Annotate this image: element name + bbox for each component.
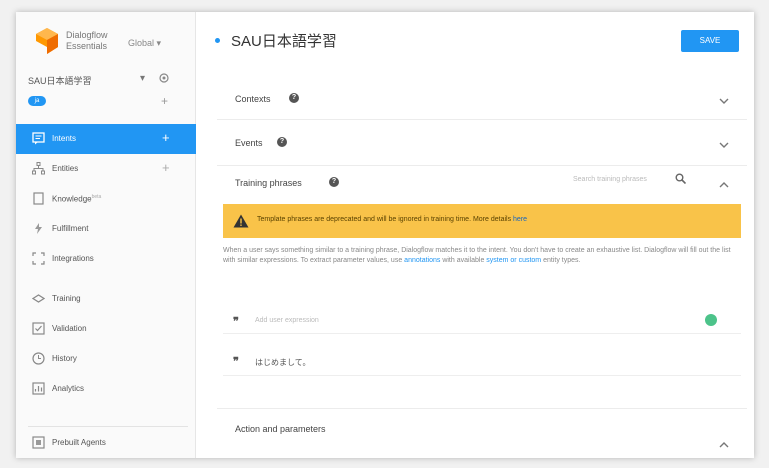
sidebar-menu: Intents + Entities + Knowledgebeta Fulfi… <box>16 124 196 404</box>
sidebar-item-history[interactable]: History <box>16 344 196 374</box>
sidebar-item-label: Prebuilt Agents <box>52 438 106 447</box>
chevron-up-icon[interactable] <box>719 440 729 450</box>
clock-icon <box>32 352 45 365</box>
sidebar-item-label: Entities <box>52 164 79 173</box>
region-selector[interactable]: Global ▾ <box>128 38 161 49</box>
add-entity-button[interactable]: + <box>162 160 170 175</box>
chat-bubble-icon <box>32 132 45 145</box>
training-search-input[interactable]: Search training phrases <box>573 176 647 183</box>
language-row: ja + <box>28 94 186 110</box>
gear-icon[interactable] <box>158 72 170 84</box>
add-language-button[interactable]: + <box>161 94 168 108</box>
sidebar-item-fulfillment[interactable]: Fulfillment <box>16 214 196 244</box>
analytics-icon <box>32 382 45 395</box>
status-dot <box>705 314 717 326</box>
sidebar-item-prebuilt-agents[interactable]: Prebuilt Agents <box>16 428 196 458</box>
section-divider <box>217 408 747 409</box>
phrase-placeholder: Add user expression <box>255 317 319 324</box>
sidebar-divider <box>28 426 188 427</box>
quote-icon[interactable]: ❞ <box>233 315 239 328</box>
sidebar-item-label: Fulfillment <box>52 224 89 233</box>
help-icon[interactable]: ? <box>289 93 299 103</box>
save-button[interactable]: SAVE <box>681 30 739 52</box>
chevron-up-icon[interactable] <box>719 180 729 190</box>
annotations-link[interactable]: annotations <box>404 257 440 264</box>
help-icon[interactable]: ? <box>277 137 287 147</box>
training-phrase-text[interactable]: はじめまして。 <box>255 357 311 368</box>
sidebar-item-label: Validation <box>52 324 87 333</box>
dialogflow-console: Dialogflow Essentials Global ▾ SAU日本語学習 … <box>16 12 754 458</box>
warning-icon <box>233 214 249 228</box>
brand-name: Dialogflow Essentials <box>66 30 126 52</box>
add-intent-button[interactable]: + <box>162 130 170 145</box>
menu-gap <box>16 274 196 284</box>
agent-name: SAU日本語学習 <box>28 76 92 86</box>
chevron-down-icon[interactable] <box>719 140 729 150</box>
document-icon <box>33 192 44 205</box>
agent-caret-icon[interactable]: ▾ <box>140 73 145 84</box>
agent-selector[interactable]: SAU日本語学習 ▾ <box>28 72 186 88</box>
sidebar-item-training[interactable]: Training <box>16 284 196 314</box>
sidebar-item-entities[interactable]: Entities + <box>16 154 196 184</box>
prebuilt-icon <box>32 436 45 449</box>
sidebar-item-intents[interactable]: Intents + <box>16 124 196 154</box>
sidebar: Dialogflow Essentials Global ▾ SAU日本語学習 … <box>16 12 196 458</box>
chevron-down-icon[interactable] <box>719 96 729 106</box>
training-phrase-row[interactable]: ❞ はじめまして。 <box>223 348 741 376</box>
deprecation-warning: Template phrases are deprecated and will… <box>223 204 741 238</box>
warning-text: Template phrases are deprecated and will… <box>257 216 527 223</box>
desc-text: entity types. <box>541 257 581 264</box>
desc-text: with available <box>440 257 487 264</box>
brand: Dialogflow Essentials Global ▾ <box>24 26 189 62</box>
section-title: Training phrases <box>235 178 302 188</box>
intent-editor: SAU日本語学習 SAVE Contexts ? Events ? Traini… <box>197 12 754 458</box>
dialogflow-logo-icon <box>36 28 58 54</box>
brand-name-line2: Essentials <box>66 41 108 51</box>
warning-message: Template phrases are deprecated and will… <box>257 216 514 223</box>
events-section[interactable]: Events ? <box>217 120 747 166</box>
knowledge-label: Knowledge <box>52 194 92 204</box>
brand-name-line1: Dialogflow <box>66 30 108 40</box>
sidebar-item-label: Integrations <box>52 254 94 263</box>
sidebar-item-knowledge[interactable]: Knowledgebeta <box>16 184 196 214</box>
sidebar-item-label: Intents <box>52 134 77 143</box>
action-parameters-title[interactable]: Action and parameters <box>235 424 326 434</box>
training-description: When a user says something similar to a … <box>223 246 737 266</box>
sidebar-item-label: Knowledgebeta <box>52 194 101 204</box>
warning-details-link[interactable]: here <box>513 216 527 223</box>
sidebar-item-validation[interactable]: Validation <box>16 314 196 344</box>
beta-badge: beta <box>91 194 102 200</box>
unsaved-indicator <box>215 38 220 43</box>
language-badge[interactable]: ja <box>28 96 46 106</box>
section-title: Contexts <box>235 94 271 104</box>
help-icon[interactable]: ? <box>329 177 339 187</box>
system-custom-link[interactable]: system or custom <box>486 257 541 264</box>
contexts-section[interactable]: Contexts ? <box>217 74 747 120</box>
validation-icon <box>32 322 45 335</box>
search-icon[interactable] <box>675 173 686 184</box>
bolt-icon <box>35 223 42 234</box>
page-title[interactable]: SAU日本語学習 <box>231 30 337 51</box>
sidebar-item-label: Analytics <box>52 384 85 393</box>
sidebar-item-integrations[interactable]: Integrations <box>16 244 196 274</box>
training-icon <box>32 294 45 303</box>
section-title: Events <box>235 138 263 148</box>
hierarchy-icon <box>32 162 45 175</box>
sidebar-item-label: Training <box>52 294 81 303</box>
quote-icon[interactable]: ❞ <box>233 355 239 368</box>
integrations-icon <box>32 252 45 265</box>
add-phrase-input[interactable]: ❞ Add user expression <box>223 308 741 334</box>
sidebar-item-analytics[interactable]: Analytics <box>16 374 196 404</box>
sidebar-item-label: History <box>52 354 77 363</box>
